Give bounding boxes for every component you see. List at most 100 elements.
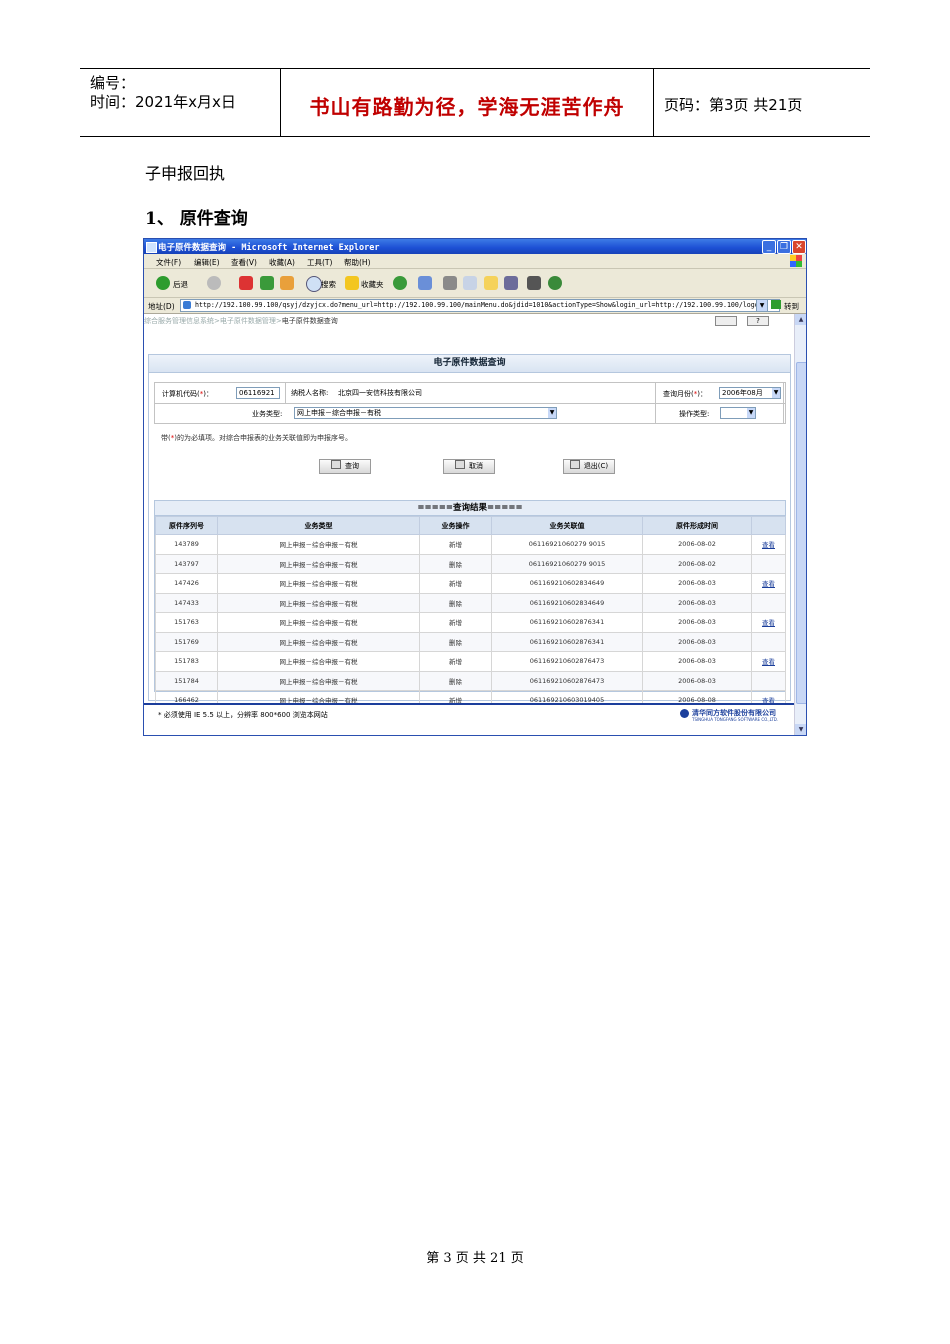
view-link[interactable]: 查看	[762, 541, 775, 549]
cell-rel: 06116921060279 9015	[491, 534, 643, 555]
scroll-down-icon[interactable]: ▼	[795, 724, 806, 735]
cell-op: 新增	[419, 573, 492, 594]
computer-code-field[interactable]: 06116921	[236, 387, 280, 399]
users-icon[interactable]	[548, 276, 562, 290]
cell-type: 网上申报－综合申报－有税	[217, 651, 420, 672]
minimize-button[interactable]: _	[762, 240, 776, 254]
query-icon	[331, 460, 341, 469]
history-icon[interactable]	[393, 276, 407, 290]
view-link[interactable]: 查看	[762, 619, 775, 627]
page-content: 综合服务管理信息系统>电子原件数据管理>电子原件数据查询 ? 电子原件数据查询 …	[144, 314, 794, 703]
cell-action	[751, 553, 786, 574]
cell-date: 2006-08-03	[642, 670, 752, 691]
taxpayer-name: 北京四一安信科技有限公司	[338, 389, 422, 397]
menu-help[interactable]: 帮助(H)	[344, 257, 371, 268]
menu-edit[interactable]: 编辑(E)	[194, 257, 220, 268]
col-header-action	[751, 516, 786, 535]
breadcrumb-path[interactable]: 综合服务管理信息系统>电子原件数据管理>	[144, 317, 282, 325]
results-table: 原件序列号 业务类型 业务操作 业务关联值 原件形成时间 143789 网上申报…	[155, 516, 786, 703]
edit-icon[interactable]	[463, 276, 477, 290]
scroll-up-icon[interactable]: ▲	[795, 314, 806, 325]
messenger-icon[interactable]	[527, 276, 541, 290]
doc-number-label: 编号：	[90, 74, 136, 92]
go-button-label[interactable]: 转到	[784, 301, 799, 312]
col-header-id: 原件序列号	[155, 516, 218, 535]
cell-id: 147433	[155, 592, 218, 613]
cell-type: 网上申报－综合申报－有税	[217, 631, 420, 652]
close-button[interactable]: ✕	[792, 240, 806, 254]
cell-type: 网上申报－综合申报－有税	[217, 553, 420, 574]
mail-icon[interactable]	[418, 276, 432, 290]
op-type-select[interactable]: ▼	[720, 407, 756, 419]
maximize-button[interactable]: ❐	[777, 240, 791, 254]
form-divider	[783, 383, 784, 423]
cell-action: 查看	[751, 651, 786, 672]
cell-id: 151783	[155, 651, 218, 672]
company-name-en: TSINGHUA TONGFANG SOFTWARE CO.,LTD.	[692, 717, 779, 722]
taxpayer-label: 纳税人名称:	[291, 389, 329, 397]
vertical-scrollbar[interactable]: ▲ ▼	[794, 314, 806, 735]
menu-tools[interactable]: 工具(T)	[307, 257, 332, 268]
menu-favorites[interactable]: 收藏(A)	[269, 257, 295, 268]
page-footer: 第 3 页 共 21 页	[426, 1251, 524, 1266]
favorites-button-label[interactable]: 收藏夹	[361, 279, 384, 290]
query-form: 计算机代码(*)： 06116921 纳税人名称: 北京四一安信科技有限公司 查…	[154, 382, 786, 424]
discuss-icon[interactable]	[484, 276, 498, 290]
menu-view[interactable]: 查看(V)	[231, 257, 257, 268]
cell-action	[751, 670, 786, 691]
favorites-star-icon[interactable]	[345, 276, 359, 290]
view-link[interactable]: 查看	[762, 580, 775, 588]
cell-op: 新增	[419, 534, 492, 555]
cell-id: 147426	[155, 573, 218, 594]
cell-rel: 061169210602876341	[491, 631, 643, 652]
biz-type-select[interactable]: 网上申报－综合申报－有税 ▼	[294, 407, 557, 419]
exit-button[interactable]: 退出(C)	[563, 459, 615, 474]
home-icon[interactable]	[280, 276, 294, 290]
research-icon[interactable]	[504, 276, 518, 290]
address-input[interactable]: http://192.100.99.100/qsyj/dzyjcx.do?men…	[180, 299, 780, 312]
cell-action	[751, 631, 786, 652]
print-icon[interactable]	[443, 276, 457, 290]
search-icon[interactable]	[306, 276, 322, 292]
address-dropdown-icon[interactable]: ▼	[756, 299, 768, 312]
back-arrow-icon[interactable]	[156, 276, 170, 290]
query-month-select[interactable]: 2006年08月 ▼	[719, 387, 781, 399]
go-arrow-icon[interactable]	[771, 300, 781, 309]
table-row: 151763 网上申报－综合申报－有税 新增 06116921060287634…	[155, 612, 786, 633]
menu-file[interactable]: 文件(F)	[156, 257, 181, 268]
ie-toolbar: 后退 搜索 收藏夹	[144, 269, 806, 298]
cell-id: 151769	[155, 631, 218, 652]
address-bar: 地址(D) http://192.100.99.100/qsyj/dzyjcx.…	[144, 298, 806, 314]
site-footer-bar: * 必须使用 IE 5.5 以上，分辨率 800*600 浏览本网站 清华同方软…	[144, 703, 794, 735]
company-logo-icon	[680, 709, 689, 718]
cell-id: 143797	[155, 553, 218, 574]
cell-op: 删除	[419, 670, 492, 691]
menu-bar: 文件(F) 编辑(E) 查看(V) 收藏(A) 工具(T) 帮助(H)	[144, 254, 806, 269]
search-button-label[interactable]: 搜索	[321, 279, 336, 290]
scroll-thumb[interactable]	[796, 362, 806, 704]
back-button-label[interactable]: 后退	[173, 279, 188, 290]
cancel-icon	[455, 460, 465, 469]
table-header-row: 原件序列号 业务类型 业务操作 业务关联值 原件形成时间	[155, 516, 786, 535]
motto: 书山有路勤为径，学海无涯苦作舟	[309, 95, 625, 119]
cell-date: 2006-08-03	[642, 573, 752, 594]
help-icon[interactable]: ?	[747, 316, 769, 326]
table-row: 151783 网上申报－综合申报－有税 新增 06116921060287647…	[155, 651, 786, 672]
stop-icon[interactable]	[239, 276, 253, 290]
cancel-button[interactable]: 取消	[443, 459, 495, 474]
computer-code-label: 计算机代码(*)：	[162, 390, 213, 398]
op-type-label: 操作类型:	[679, 410, 710, 418]
cell-rel: 06116921060279 9015	[491, 553, 643, 574]
key-icon[interactable]	[715, 316, 737, 326]
form-divider	[285, 383, 286, 403]
header-right-cell: 页码：第3页 共21页	[654, 69, 870, 136]
cell-op: 新增	[419, 612, 492, 633]
forward-arrow-icon[interactable]	[207, 276, 221, 290]
cell-date: 2006-08-03	[642, 592, 752, 613]
refresh-icon[interactable]	[260, 276, 274, 290]
query-button[interactable]: 查询	[319, 459, 371, 474]
cell-action: 查看	[751, 612, 786, 633]
view-link[interactable]: 查看	[762, 658, 775, 666]
table-row: 147426 网上申报－综合申报－有税 新增 06116921060283464…	[155, 573, 786, 594]
window-title: 电子原件数据查询 - Microsoft Internet Explorer	[158, 243, 380, 253]
